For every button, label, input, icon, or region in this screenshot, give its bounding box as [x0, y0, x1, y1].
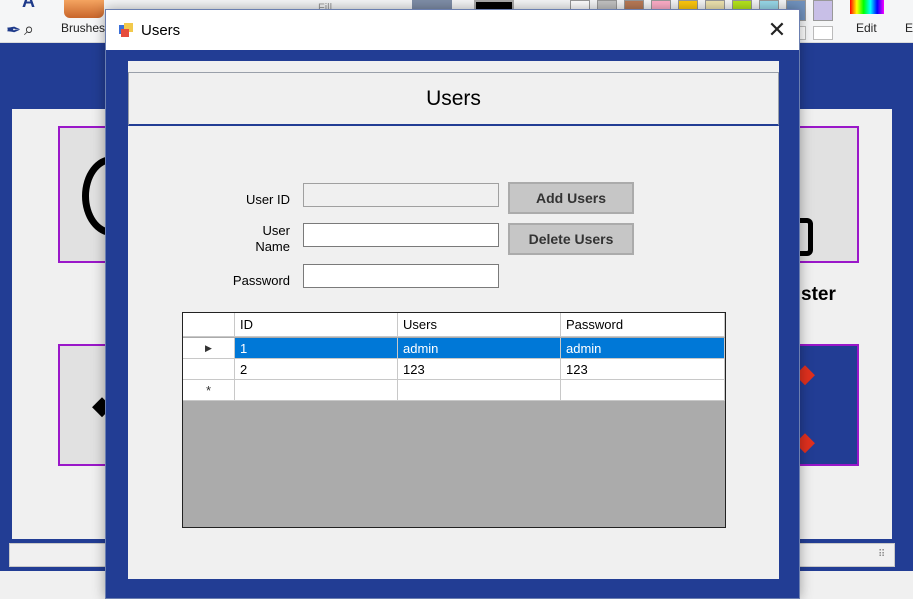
palette-swatch[interactable] [813, 0, 833, 21]
cell-password[interactable]: 123 [561, 359, 725, 380]
cell-user[interactable]: 123 [398, 359, 561, 380]
dialog-client-area: Users User ID User Name Password Add Use… [128, 61, 779, 579]
resize-grip-icon[interactable]: ⠿ [878, 549, 885, 560]
edit-colors-icon[interactable] [850, 0, 884, 14]
delete-users-button[interactable]: Delete Users [508, 223, 634, 255]
row-header-selected-icon[interactable]: ▶ [183, 338, 235, 359]
password-label: Password [232, 273, 290, 288]
app-icon [119, 23, 133, 37]
title-bar[interactable]: Users ✕ [106, 10, 799, 50]
header-panel: Users [128, 72, 779, 126]
text-tool-icon[interactable]: A [22, 0, 35, 12]
column-header-password[interactable]: Password [561, 313, 725, 337]
cell-user[interactable]: admin [398, 338, 561, 359]
edit-with-label[interactable]: E [905, 21, 913, 35]
brushes-icon[interactable] [64, 0, 104, 18]
cell-id[interactable]: 2 [235, 359, 398, 380]
user-id-label: User ID [245, 192, 290, 207]
user-name-label: User Name [255, 223, 290, 254]
edit-colors-label[interactable]: Edit [856, 21, 877, 35]
palette-swatch-empty[interactable] [813, 26, 833, 40]
table-row[interactable]: ▶ 1 admin admin [183, 338, 725, 359]
new-row[interactable]: * [183, 380, 725, 401]
register-label: ster [801, 284, 836, 305]
tile-top-right [793, 126, 859, 263]
add-users-button[interactable]: Add Users [508, 182, 634, 214]
grid-corner-cell[interactable] [183, 313, 235, 337]
color-picker-icon[interactable]: ✒ [6, 20, 21, 41]
close-button[interactable]: ✕ [755, 10, 799, 50]
cell-id[interactable] [235, 380, 398, 401]
row-header[interactable] [183, 359, 235, 380]
cell-password[interactable]: admin [561, 338, 725, 359]
cell-id[interactable]: 1 [235, 338, 398, 359]
column-header-users[interactable]: Users [398, 313, 561, 337]
users-dialog: Users ✕ Users User ID User Name Password… [105, 9, 800, 599]
tile-bottom-right: ◆ ◆ [795, 344, 859, 466]
cell-user[interactable] [398, 380, 561, 401]
page-title: Users [426, 87, 481, 110]
grid-header-row: ID Users Password [183, 313, 725, 337]
new-row-marker-icon[interactable]: * [183, 380, 235, 401]
magnifier-icon[interactable]: ⌕ [24, 19, 34, 40]
table-row[interactable]: 2 123 123 [183, 359, 725, 380]
users-grid[interactable]: ID Users Password ▶ 1 admin admin 2 123 … [182, 312, 726, 528]
user-id-field[interactable] [303, 183, 499, 207]
password-field[interactable] [303, 264, 499, 288]
user-name-field[interactable] [303, 223, 499, 247]
column-header-id[interactable]: ID [235, 313, 398, 337]
cell-password[interactable] [561, 380, 725, 401]
window-title: Users [141, 22, 181, 39]
brushes-label[interactable]: Brushes [61, 21, 105, 35]
